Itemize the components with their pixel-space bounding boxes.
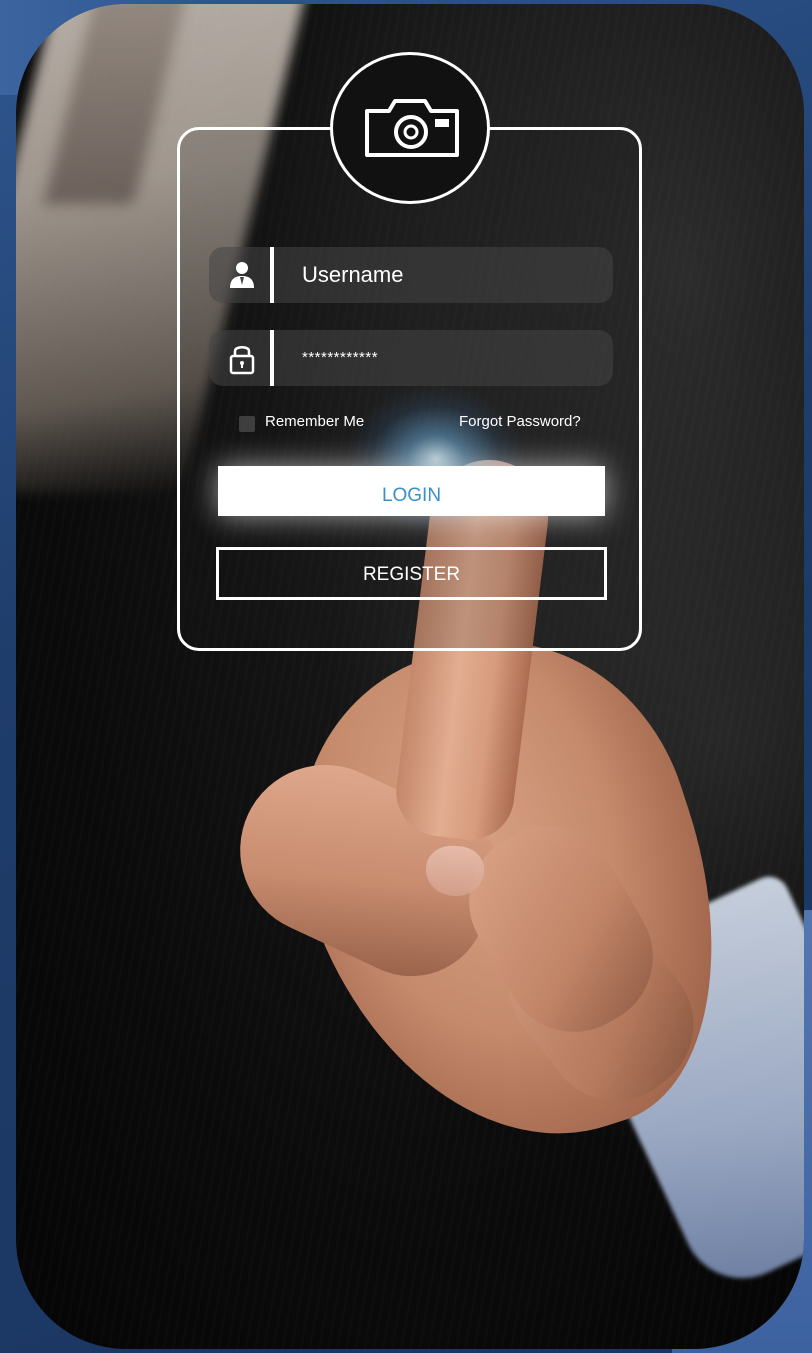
user-icon bbox=[230, 262, 254, 288]
password-divider bbox=[270, 330, 274, 386]
remember-me-label[interactable]: Remember Me bbox=[265, 413, 364, 430]
lock-icon bbox=[229, 346, 255, 375]
login-button[interactable]: LOGIN bbox=[218, 466, 605, 516]
password-input[interactable]: ************ bbox=[302, 330, 378, 386]
username-input[interactable]: Username bbox=[302, 247, 403, 303]
remember-me-checkbox[interactable] bbox=[239, 416, 255, 432]
forgot-password-link[interactable]: Forgot Password? bbox=[459, 413, 581, 430]
password-field[interactable]: ************ bbox=[209, 330, 613, 386]
camera-badge bbox=[330, 52, 490, 204]
username-field[interactable]: Username bbox=[209, 247, 613, 303]
username-divider bbox=[270, 247, 274, 303]
camera-icon bbox=[365, 99, 459, 157]
register-button[interactable]: REGISTER bbox=[216, 547, 607, 600]
